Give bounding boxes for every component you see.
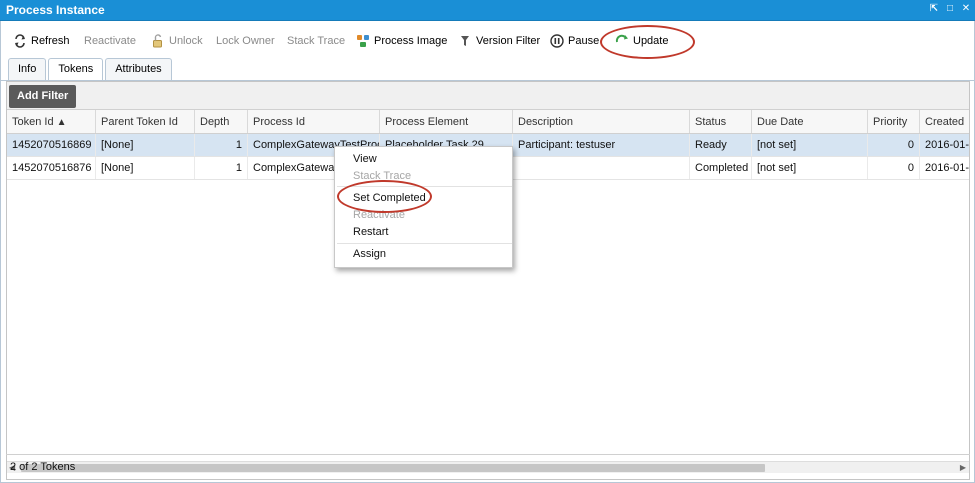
context-menu: View Stack Trace Set Completed Reactivat…: [334, 146, 513, 268]
refresh-label: Refresh: [31, 35, 70, 47]
column-header-process-id[interactable]: Process Id: [248, 110, 380, 133]
stack-trace-label: Stack Trace: [287, 35, 346, 47]
cell-priority: 0: [868, 157, 920, 179]
horizontal-scrollbar[interactable]: ◀ ▶: [7, 461, 969, 473]
cell-parent-token-id: [None]: [96, 157, 195, 179]
token-count: 2 of 2 Tokens: [10, 461, 76, 473]
unlock-button[interactable]: Unlock: [151, 34, 203, 48]
tokens-panel: Add Filter Token Id ▲ Parent Token Id De…: [6, 81, 970, 480]
column-header-token-id[interactable]: Token Id ▲: [7, 110, 96, 133]
maximize-window-icon[interactable]: □: [945, 4, 955, 14]
grid-header: Token Id ▲ Parent Token Id Depth Process…: [7, 110, 969, 134]
column-header-process-element[interactable]: Process Element: [380, 110, 513, 133]
unlock-label: Unlock: [169, 35, 203, 47]
window-title: Process Instance: [6, 3, 105, 17]
context-menu-separator: [337, 186, 512, 187]
version-filter-button[interactable]: Version Filter: [458, 34, 540, 48]
column-label-token-id: Token Id: [12, 116, 54, 128]
reactivate-label: Reactivate: [84, 35, 136, 47]
process-image-icon: [357, 35, 369, 47]
pause-button[interactable]: Pause: [550, 34, 599, 48]
filter-icon: [461, 36, 469, 46]
update-icon: [615, 34, 628, 43]
cell-due-date: [not set]: [752, 134, 868, 156]
cell-description: Participant: testuser: [513, 134, 690, 156]
refresh-button[interactable]: Refresh: [13, 34, 70, 48]
cell-status: Completed: [690, 157, 752, 179]
tab-info[interactable]: Info: [8, 58, 47, 80]
process-image-button[interactable]: Process Image: [356, 34, 447, 48]
context-menu-restart[interactable]: Restart: [353, 226, 388, 238]
cell-created: 2016-01-0: [920, 134, 969, 156]
context-menu-stack-trace: Stack Trace: [353, 170, 412, 182]
window-title-bar: Process Instance ⇱ □ ✕: [0, 0, 975, 21]
scroll-right-icon[interactable]: ▶: [960, 463, 966, 472]
column-header-priority[interactable]: Priority: [868, 110, 920, 133]
cell-priority: 0: [868, 134, 920, 156]
close-window-icon[interactable]: ✕: [961, 4, 971, 14]
add-filter-button[interactable]: Add Filter: [9, 85, 77, 108]
cell-status: Ready: [690, 134, 752, 156]
refresh-icon: [15, 34, 25, 48]
column-header-created[interactable]: Created: [920, 110, 969, 133]
tab-tokens[interactable]: Tokens: [48, 58, 104, 81]
context-menu-assign[interactable]: Assign: [353, 248, 386, 260]
toolbar: Refresh Reactivate Unlock Lock Owner Sta…: [1, 21, 974, 59]
cell-description: [513, 157, 690, 179]
cell-due-date: [not set]: [752, 157, 868, 179]
cell-created: 2016-01-0: [920, 157, 969, 179]
context-menu-reactivate: Reactivate: [353, 209, 405, 221]
pause-label: Pause: [568, 35, 600, 47]
column-header-depth[interactable]: Depth: [195, 110, 248, 133]
pin-window-icon[interactable]: ⇱: [929, 4, 939, 14]
context-menu-view[interactable]: View: [353, 153, 377, 165]
unlock-icon: [153, 34, 162, 48]
update-button[interactable]: Update: [615, 34, 668, 48]
cell-token-id: 1452070516876: [7, 157, 96, 179]
lock-owner-button[interactable]: Lock Owner: [216, 34, 275, 48]
stack-trace-button[interactable]: Stack Trace: [287, 34, 345, 48]
sort-ascending-icon: ▲: [56, 117, 67, 128]
tab-attributes[interactable]: Attributes: [105, 58, 172, 80]
cell-depth: 1: [195, 134, 248, 156]
panel-toolbar: Add Filter: [7, 82, 969, 110]
cell-token-id: 1452070516869: [7, 134, 96, 156]
lock-owner-label: Lock Owner: [216, 35, 275, 47]
column-header-status[interactable]: Status: [690, 110, 752, 133]
status-divider: [6, 454, 970, 455]
version-filter-label: Version Filter: [476, 35, 541, 47]
column-header-parent-token-id[interactable]: Parent Token Id: [96, 110, 195, 133]
reactivate-button[interactable]: Reactivate: [84, 34, 136, 48]
column-header-due-date[interactable]: Due Date: [752, 110, 868, 133]
scrollbar-thumb[interactable]: [21, 464, 765, 472]
process-image-label: Process Image: [374, 35, 448, 47]
context-menu-separator: [337, 243, 512, 244]
pause-icon: [550, 34, 564, 48]
update-label: Update: [633, 35, 669, 47]
column-header-description[interactable]: Description: [513, 110, 690, 133]
cell-parent-token-id: [None]: [96, 134, 195, 156]
tab-bar: Info Tokens Attributes: [8, 58, 174, 81]
context-menu-set-completed[interactable]: Set Completed: [353, 192, 426, 204]
cell-depth: 1: [195, 157, 248, 179]
